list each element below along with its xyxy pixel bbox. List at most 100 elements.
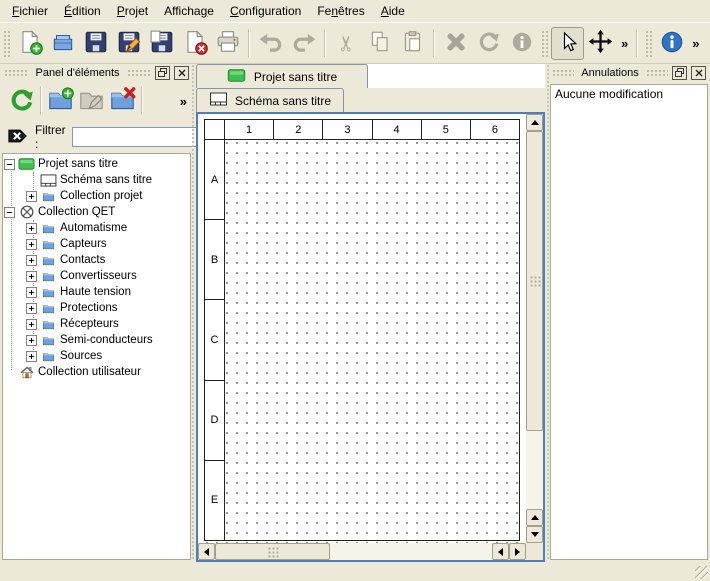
delete-category-button[interactable] xyxy=(107,86,138,117)
splitter-right[interactable] xyxy=(546,64,550,560)
close-document-button[interactable] xyxy=(178,27,211,60)
dock-drag-handle[interactable] xyxy=(646,69,668,77)
reload-collections-button[interactable] xyxy=(6,86,37,117)
toolbar-drag-handle[interactable] xyxy=(540,29,549,57)
save-button[interactable] xyxy=(79,27,112,60)
toolbar-drag-handle[interactable] xyxy=(2,29,11,57)
tree-item-sources[interactable]: Sources xyxy=(3,348,190,364)
horizontal-scroll-thumb[interactable] xyxy=(215,543,330,560)
tree-item-project[interactable]: Projet sans titre xyxy=(3,156,190,172)
cut-button[interactable]: ✂ xyxy=(330,27,363,60)
expand-toggle[interactable] xyxy=(26,191,37,202)
tree-item-automatisme[interactable]: Automatisme xyxy=(3,220,190,236)
expand-toggle[interactable] xyxy=(26,223,37,234)
tree-item-collection-utilisateur[interactable]: Collection utilisateur xyxy=(3,364,190,380)
expand-toggle[interactable] xyxy=(26,287,37,298)
expand-toggle[interactable] xyxy=(26,319,37,330)
expand-toggle[interactable] xyxy=(26,351,37,362)
menu-projet[interactable]: Projet xyxy=(109,1,156,21)
toolbar-overflow-button[interactable]: » xyxy=(688,36,703,51)
row-header: B xyxy=(205,220,225,300)
tree-item-semi-conducteurs[interactable]: Semi-conducteurs xyxy=(3,332,190,348)
vertical-scroll-track[interactable] xyxy=(526,431,543,509)
menu-aide[interactable]: Aide xyxy=(373,1,413,21)
expand-toggle[interactable] xyxy=(26,239,37,250)
edit-category-button[interactable] xyxy=(76,86,107,117)
save-as-icon xyxy=(116,29,142,58)
undo-button[interactable] xyxy=(254,27,287,60)
tree-item-contacts[interactable]: Contacts xyxy=(3,252,190,268)
thumb-grip xyxy=(529,276,540,287)
toolbar-overflow-button[interactable]: » xyxy=(617,36,632,51)
expand-toggle[interactable] xyxy=(26,335,37,346)
scroll-left-button-2[interactable] xyxy=(492,543,509,560)
dock-drag-handle[interactable] xyxy=(4,69,28,77)
scroll-right-button[interactable] xyxy=(509,543,526,560)
redo-button[interactable] xyxy=(287,27,320,60)
select-tool-button[interactable] xyxy=(551,27,584,60)
status-bar xyxy=(0,561,710,581)
scroll-up-button-2[interactable] xyxy=(526,509,543,526)
project-tab-bar: Projet sans titre xyxy=(196,64,545,88)
undo-dock-header[interactable]: Annulations xyxy=(550,64,708,81)
menu-fichier[interactable]: Fichier xyxy=(4,1,56,21)
folder-icon xyxy=(40,350,57,363)
collapse-toggle[interactable] xyxy=(4,159,15,170)
delete-button[interactable] xyxy=(439,27,472,60)
scroll-down-button[interactable] xyxy=(526,526,543,543)
scroll-left-button[interactable] xyxy=(198,543,215,560)
menu-affichage[interactable]: Affichage xyxy=(156,1,222,21)
resize-grip-icon[interactable] xyxy=(695,566,708,579)
toolbar-drag-handle[interactable] xyxy=(644,29,653,57)
about-info-button[interactable] xyxy=(655,27,688,60)
tree-item-protections[interactable]: Protections xyxy=(3,300,190,316)
vertical-scroll-thumb[interactable] xyxy=(526,131,543,431)
undo-history-list[interactable]: Aucune modification xyxy=(550,84,708,560)
paste-button[interactable] xyxy=(396,27,429,60)
move-tool-button[interactable] xyxy=(584,27,617,60)
collapse-toggle[interactable] xyxy=(4,207,15,218)
schema-canvas[interactable]: 1 2 3 4 5 6 A B C D E xyxy=(198,114,526,543)
close-dock-button[interactable] xyxy=(174,66,189,80)
tree-item-collection-projet[interactable]: Collection projet xyxy=(3,188,190,204)
elements-panel-header[interactable]: Panel d'éléments xyxy=(2,64,191,81)
dock-drag-handle[interactable] xyxy=(127,69,151,77)
undo-dock: Annulations Aucune modification xyxy=(550,64,708,560)
rotate-button[interactable] xyxy=(472,27,505,60)
new-category-button[interactable] xyxy=(45,86,76,117)
tab-projet-sans-titre[interactable]: Projet sans titre xyxy=(196,64,368,88)
close-dock-button[interactable] xyxy=(691,66,706,80)
float-dock-button[interactable] xyxy=(155,66,170,80)
tab-bar-empty-area xyxy=(368,64,545,88)
expand-toggle[interactable] xyxy=(26,271,37,282)
horizontal-scrollbar[interactable] xyxy=(198,543,526,560)
tab-schema-sans-titre[interactable]: Schéma sans titre xyxy=(196,88,344,112)
menu-fenetres[interactable]: Fenêtres xyxy=(309,1,372,21)
scroll-up-button[interactable] xyxy=(526,114,543,131)
menu-configuration[interactable]: Configuration xyxy=(222,1,309,21)
expand-toggle[interactable] xyxy=(26,303,37,314)
tree-item-recepteurs[interactable]: Récepteurs xyxy=(3,316,190,332)
vertical-scrollbar[interactable] xyxy=(526,114,543,543)
expand-toggle[interactable] xyxy=(26,255,37,266)
panel-toolbar-overflow-button[interactable]: » xyxy=(176,94,191,109)
copy-button[interactable] xyxy=(363,27,396,60)
tree-item-convertisseurs[interactable]: Convertisseurs xyxy=(3,268,190,284)
horizontal-scroll-track[interactable] xyxy=(330,543,492,560)
undo-list-item[interactable]: Aucune modification xyxy=(551,85,707,103)
menu-edition[interactable]: Édition xyxy=(56,1,109,21)
tree-item-schema[interactable]: Schéma sans titre xyxy=(3,172,190,188)
save-all-button[interactable] xyxy=(145,27,178,60)
open-project-button[interactable] xyxy=(46,27,79,60)
tree-item-capteurs[interactable]: Capteurs xyxy=(3,236,190,252)
float-dock-button[interactable] xyxy=(672,66,687,80)
print-button[interactable] xyxy=(211,27,244,60)
tree-item-haute-tension[interactable]: Haute tension xyxy=(3,284,190,300)
dock-drag-handle[interactable] xyxy=(552,69,574,77)
element-info-button[interactable] xyxy=(505,27,538,60)
splitter-left[interactable] xyxy=(191,64,195,560)
new-document-button[interactable] xyxy=(13,27,46,60)
save-as-button[interactable] xyxy=(112,27,145,60)
tree-item-collection-qet[interactable]: Collection QET xyxy=(3,204,190,220)
clear-filter-button[interactable] xyxy=(7,125,29,150)
